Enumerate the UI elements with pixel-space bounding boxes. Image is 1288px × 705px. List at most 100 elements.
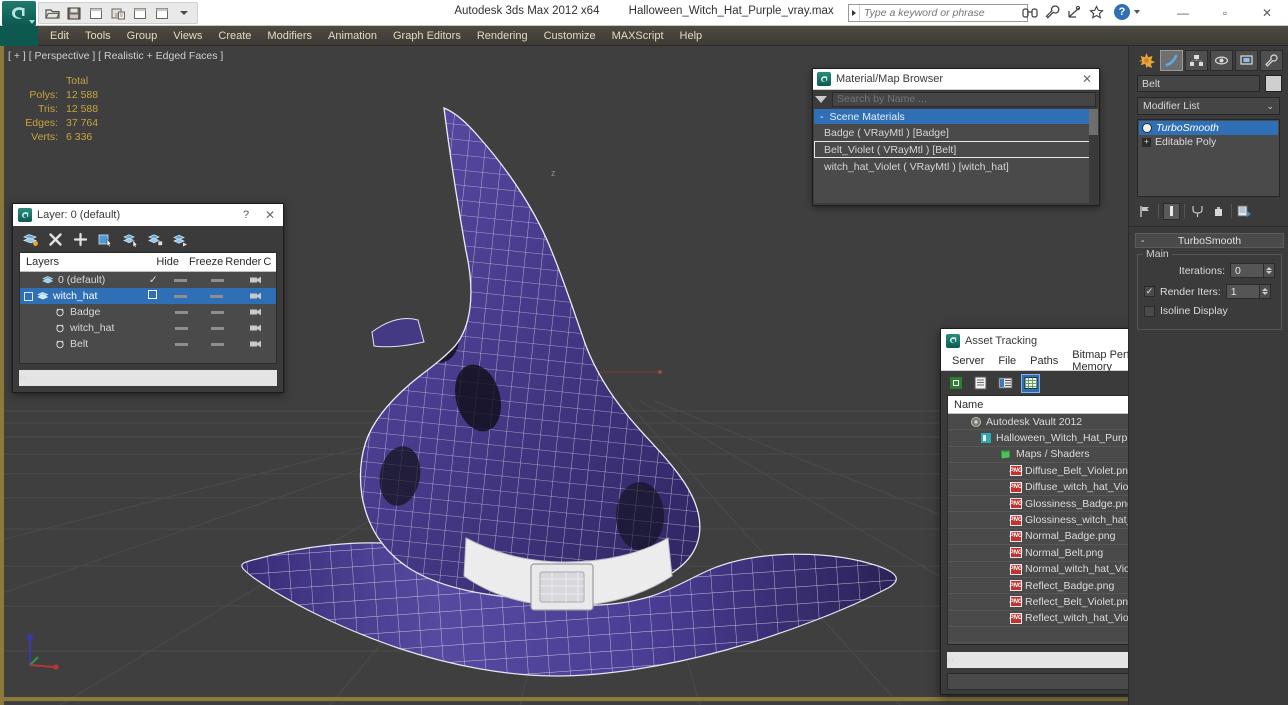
layer-row-badge[interactable]: Badge	[20, 304, 276, 320]
scroll-right-icon[interactable]: ›	[23, 372, 27, 384]
layer-row-default[interactable]: 0 (default) ✓	[20, 272, 276, 288]
current-layer-check[interactable]: ✓	[143, 274, 164, 286]
delete-layer-icon[interactable]	[46, 230, 64, 248]
make-unique-icon[interactable]	[1189, 203, 1206, 220]
hierarchy-tab[interactable]	[1185, 50, 1208, 71]
save-file-icon[interactable]	[64, 4, 84, 22]
modifier-list-dropdown[interactable]: Modifier List ⌄	[1137, 97, 1280, 115]
menu-item-create[interactable]: Create	[210, 28, 259, 44]
render-toggle-icon[interactable]	[249, 291, 263, 301]
help-button[interactable]: ?	[1114, 4, 1130, 20]
scroll-right-icon[interactable]: ›	[951, 654, 955, 666]
menu-item-group[interactable]: Group	[119, 28, 166, 44]
qat-dropdown-icon[interactable]	[174, 4, 194, 22]
material-list-scrollbar[interactable]	[1089, 109, 1098, 203]
menu-item-tools[interactable]: Tools	[77, 28, 119, 44]
create-tab[interactable]	[1135, 50, 1158, 71]
freeze-toggle[interactable]	[210, 342, 224, 346]
material-search-input[interactable]	[832, 91, 1096, 107]
redo-icon[interactable]	[130, 4, 150, 22]
freeze-toggle[interactable]	[210, 278, 224, 282]
freeze-toggle[interactable]	[210, 310, 224, 314]
material-list[interactable]: - Scene Materials Badge ( VRayMtl ) [Bad…	[814, 109, 1098, 203]
close-button[interactable]: ✕	[1246, 0, 1288, 26]
iterations-spinner[interactable]	[1264, 263, 1275, 278]
binoculars-icon[interactable]	[1022, 3, 1038, 21]
menu-item-server[interactable]: Server	[945, 355, 991, 367]
wrench-icon[interactable]	[1044, 3, 1060, 21]
expand-icon[interactable]: +	[1142, 137, 1151, 147]
object-name-field[interactable]: Belt	[1137, 75, 1260, 92]
modifier-stack[interactable]: TurboSmooth + Editable Poly	[1137, 119, 1280, 197]
isoline-display-checkbox[interactable]	[1144, 305, 1155, 317]
render-toggle-icon[interactable]	[249, 339, 263, 349]
layer-dialog[interactable]: Layer: 0 (default) ? ✕ Layers Hide Freez…	[12, 203, 284, 393]
maximize-button[interactable]: ▫	[1204, 0, 1246, 26]
menu-item-maxscript[interactable]: MAXScript	[604, 28, 672, 44]
grid-view-icon[interactable]	[1021, 373, 1040, 393]
display-tab[interactable]	[1235, 50, 1258, 71]
hide-toggle[interactable]	[174, 278, 188, 282]
material-item-witch-hat-violet[interactable]: witch_hat_Violet ( VRayMtl ) [witch_hat]	[814, 158, 1098, 175]
material-item-belt-violet[interactable]: Belt_Violet ( VRayMtl ) [Belt]	[814, 141, 1098, 158]
detail-view-icon[interactable]	[997, 375, 1014, 392]
menu-item-animation[interactable]: Animation	[320, 28, 385, 44]
menu-item-file[interactable]: File	[991, 355, 1023, 367]
app-logo-button[interactable]	[2, 1, 36, 26]
menu-item-customize[interactable]: Customize	[536, 28, 604, 44]
motion-tab[interactable]	[1210, 50, 1233, 71]
turbosmooth-rollout-header[interactable]: - TurboSmooth	[1135, 233, 1284, 248]
hide-toggle[interactable]	[174, 326, 188, 330]
freeze-toggle[interactable]	[210, 294, 224, 298]
close-icon[interactable]: ✕	[1075, 69, 1099, 89]
viewport-label[interactable]: [ + ] [ Perspective ] [ Realistic + Edge…	[8, 50, 223, 62]
hide-toggle[interactable]	[174, 310, 188, 314]
hide-unhide-layer-icon[interactable]	[171, 230, 189, 248]
create-new-layer-icon[interactable]	[21, 230, 39, 248]
collapse-icon[interactable]: -	[820, 111, 824, 123]
remove-modifier-icon[interactable]	[1210, 203, 1227, 220]
layer-horizontal-scrollbar[interactable]: ‹ ›	[19, 370, 277, 386]
add-selection-to-layer-icon[interactable]	[71, 230, 89, 248]
search-input[interactable]	[860, 5, 1020, 21]
scene-materials-group-header[interactable]: - Scene Materials	[814, 109, 1098, 124]
render-iters-input[interactable]: 1	[1225, 284, 1260, 299]
menu-item-rendering[interactable]: Rendering	[469, 28, 536, 44]
collapse-icon[interactable]: -	[1141, 235, 1145, 247]
highlight-selected-objects-icon[interactable]	[146, 230, 164, 248]
select-objects-in-layer-icon[interactable]	[96, 230, 114, 248]
hide-toggle[interactable]	[174, 294, 188, 298]
material-map-browser-dialog[interactable]: Material/Map Browser ✕ - Scene Materials…	[812, 68, 1100, 206]
freeze-toggle[interactable]	[210, 326, 224, 330]
expand-collapse-icon[interactable]	[24, 291, 33, 301]
search-box[interactable]	[848, 4, 1028, 22]
render-toggle-icon[interactable]	[249, 323, 263, 333]
open-file-icon[interactable]	[42, 4, 62, 22]
utilities-tab[interactable]	[1260, 50, 1283, 71]
pin-stack-icon[interactable]	[1137, 203, 1154, 220]
search-dropdown-icon[interactable]	[849, 5, 860, 21]
menu-item-views[interactable]: Views	[165, 28, 210, 44]
layer-list-grid[interactable]: Layers Hide Freeze Render C 0 (default) …	[19, 252, 277, 364]
layer-row-witch-hat-object[interactable]: witch_hat	[20, 320, 276, 336]
layer-row-belt[interactable]: Belt	[20, 336, 276, 352]
material-item-badge[interactable]: Badge ( VRayMtl ) [Badge]	[814, 124, 1098, 141]
undo-icon[interactable]	[108, 4, 128, 22]
menu-item-edit[interactable]: Edit	[42, 28, 77, 44]
star-favorite-icon[interactable]	[1088, 3, 1104, 21]
command-panel[interactable]: Belt Modifier List ⌄ TurboSmooth + Edita…	[1128, 46, 1288, 705]
chevron-down-icon[interactable]: ⌄	[1266, 101, 1274, 112]
modify-tab[interactable]	[1160, 50, 1183, 71]
menu-item-paths[interactable]: Paths	[1023, 355, 1065, 367]
current-layer-check[interactable]	[142, 290, 163, 302]
set-key-icon[interactable]	[152, 4, 172, 22]
search-options-icon[interactable]	[815, 95, 827, 103]
list-view-icon[interactable]	[972, 375, 989, 392]
menu-item-modifiers[interactable]: Modifiers	[259, 28, 320, 44]
select-highlighted-objects-icon[interactable]	[121, 230, 139, 248]
iterations-input[interactable]: 0	[1230, 263, 1264, 278]
object-color-swatch[interactable]	[1265, 75, 1282, 92]
render-toggle-icon[interactable]	[249, 307, 263, 317]
close-icon[interactable]: ✕	[257, 208, 283, 222]
configure-modifier-sets-icon[interactable]	[1236, 203, 1253, 220]
